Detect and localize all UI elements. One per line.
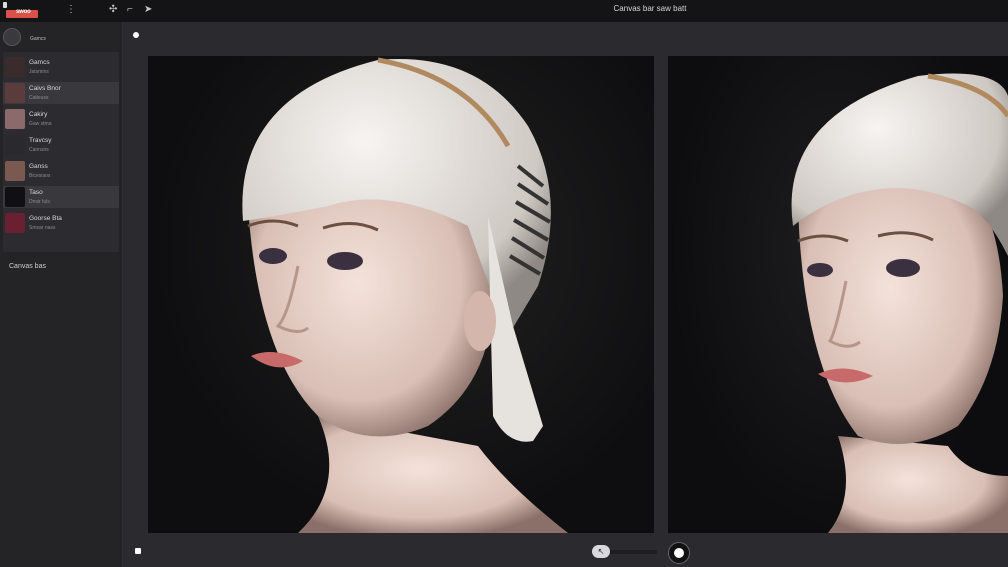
- item-thumbnail: [5, 213, 25, 233]
- sidebar-item[interactable]: Goorse Bta Smsar nass: [3, 212, 119, 234]
- portrait-render: [242, 57, 568, 533]
- sidebar-item[interactable]: Cakiry Gaw stma: [3, 108, 119, 130]
- item-label: Cakiry: [29, 111, 48, 118]
- move-icon[interactable]: ✣: [109, 4, 117, 16]
- sidebar-header: Gamcs: [30, 36, 46, 42]
- item-label: Ganss: [29, 163, 48, 170]
- sidebar-footer[interactable]: Canvas bas: [9, 263, 46, 270]
- window-title: Canvas bar saw batt: [613, 4, 687, 13]
- app-logo[interactable]: swoo: [6, 9, 38, 18]
- item-label: Gamcs: [29, 59, 50, 66]
- item-thumbnail: [5, 135, 25, 155]
- generated-image-1[interactable]: [148, 56, 654, 533]
- logo-mark: [3, 2, 7, 8]
- bottom-toolbar: ↖: [123, 537, 1008, 567]
- sidebar: Gamcs Gamcs Jatsmins Caivs Bnor Caiteuss Cak…: [0, 22, 123, 567]
- item-thumbnail: [5, 161, 25, 181]
- crop-icon[interactable]: ⌐: [127, 4, 133, 16]
- item-thumbnail: [5, 57, 25, 77]
- item-label: Caivs Bnor: [29, 85, 61, 92]
- item-sublabel: Bicesiaos: [29, 173, 51, 179]
- stop-icon[interactable]: [135, 548, 141, 554]
- item-sublabel: Cannsirs: [29, 147, 49, 153]
- generated-image-2[interactable]: [668, 56, 1008, 533]
- item-sublabel: Dnsir fuls: [29, 199, 50, 205]
- arrow-right-icon[interactable]: ➤: [144, 4, 152, 16]
- record-button[interactable]: [668, 542, 690, 564]
- item-thumbnail: [5, 109, 25, 129]
- item-thumbnail: [5, 187, 25, 207]
- item-label: Travcsy: [29, 137, 52, 144]
- zoom-slider[interactable]: ↖: [589, 545, 659, 558]
- sidebar-item[interactable]: Caivs Bnor Caiteuss: [3, 82, 119, 104]
- sidebar-item[interactable]: Taso Dnsir fuls: [3, 186, 119, 208]
- sidebar-item[interactable]: Travcsy Cannsirs: [3, 134, 119, 156]
- sidebar-item[interactable]: Ganss Bicesiaos: [3, 160, 119, 182]
- item-sublabel: Smsar nass: [29, 225, 56, 231]
- sidebar-item[interactable]: Gamcs Jatsmins: [3, 56, 119, 78]
- avatar[interactable]: [3, 28, 21, 46]
- portrait-render-2: [791, 73, 1008, 533]
- canvas-area[interactable]: ↖: [123, 22, 1008, 567]
- cursor-icon[interactable]: ↖: [592, 545, 610, 558]
- slider-track[interactable]: [607, 550, 657, 554]
- item-sublabel: Gaw stma: [29, 121, 52, 127]
- item-label: Goorse Bta: [29, 215, 62, 222]
- item-thumbnail: [5, 83, 25, 103]
- layers-panel: Gamcs Jatsmins Caivs Bnor Caiteuss Cakiry Gaw…: [3, 52, 119, 270]
- item-sublabel: Jatsmins: [29, 69, 49, 75]
- drag-handle-icon[interactable]: ⋮: [66, 4, 76, 16]
- item-sublabel: Caiteuss: [29, 95, 49, 101]
- item-label: Taso: [29, 189, 43, 196]
- logo-text: swoo: [16, 9, 31, 15]
- top-bar: swoo ⋮ ✣ ⌐ ➤ Canvas bar saw batt: [0, 0, 1008, 22]
- pin-icon[interactable]: [133, 32, 139, 38]
